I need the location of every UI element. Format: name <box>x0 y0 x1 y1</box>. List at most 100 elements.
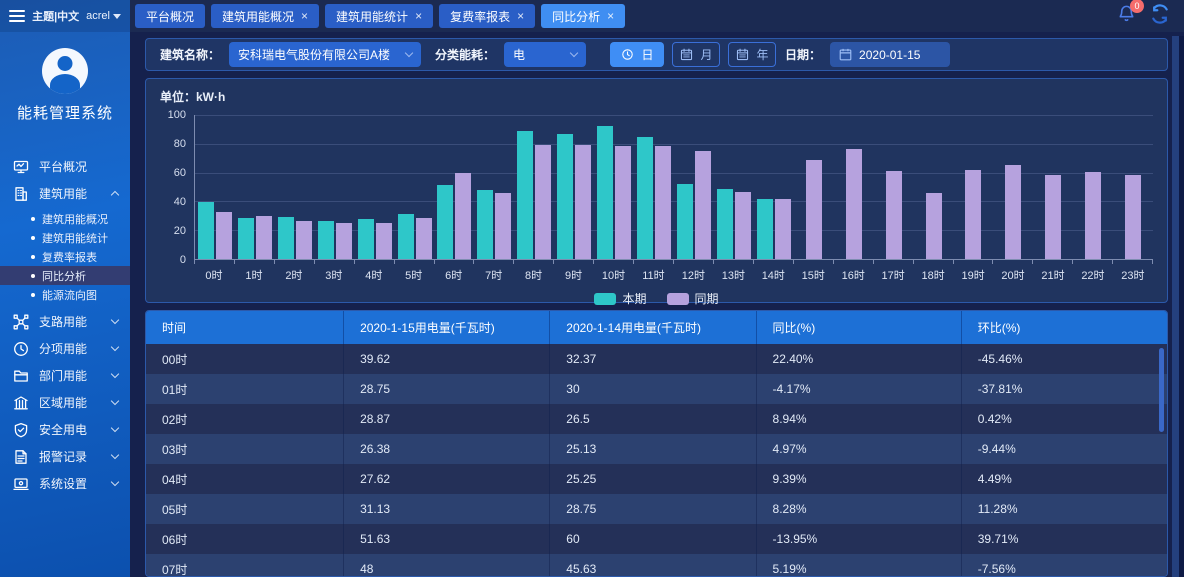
tab-1[interactable]: 建筑用能概况× <box>211 4 319 28</box>
bar-本期-4时[interactable] <box>358 219 374 259</box>
bar-同期-7时[interactable] <box>495 193 511 259</box>
range-button-日[interactable]: 日 <box>610 42 664 67</box>
bar-同期-3时[interactable] <box>336 223 352 259</box>
sidebar-subitem-3-active[interactable]: 同比分析 <box>0 266 130 285</box>
bar-本期-13时[interactable] <box>717 189 733 259</box>
sidebar-subitem-4[interactable]: 能源流向图 <box>0 285 130 304</box>
table-row[interactable]: 02时28.8726.58.94%0.42% <box>146 404 1167 434</box>
calendar-icon <box>736 48 749 61</box>
notifications-bell-icon[interactable]: 0 <box>1117 4 1136 28</box>
table-row[interactable]: 05时31.1328.758.28%11.28% <box>146 494 1167 524</box>
bar-同期-0时[interactable] <box>216 212 232 259</box>
table-cell: 30 <box>550 374 756 404</box>
bar-本期-2时[interactable] <box>278 217 294 259</box>
bar-同期-16时[interactable] <box>846 149 862 259</box>
bar-同期-2时[interactable] <box>296 221 312 259</box>
legend-item-同期[interactable]: 同期 <box>667 290 719 307</box>
chart-unit-label: 单位：kW·h <box>160 88 1153 105</box>
sidebar-item-7[interactable]: 报警记录 <box>0 443 130 470</box>
sidebar-subitem-1[interactable]: 建筑用能统计 <box>0 228 130 247</box>
bar-同期-14时[interactable] <box>775 199 791 259</box>
sidebar-item-8[interactable]: 系统设置 <box>0 470 130 497</box>
sidebar-item-6[interactable]: 安全用电 <box>0 416 130 443</box>
close-icon[interactable]: × <box>301 10 308 22</box>
bar-本期-1时[interactable] <box>238 218 254 259</box>
sidebar-subitem-2[interactable]: 复费率报表 <box>0 247 130 266</box>
bar-本期-14时[interactable] <box>757 199 773 259</box>
bar-同期-1时[interactable] <box>256 216 272 259</box>
range-button-年[interactable]: 年 <box>728 42 776 67</box>
bar-本期-5时[interactable] <box>398 214 414 259</box>
bar-group-19时 <box>954 115 994 259</box>
table-row[interactable]: 01时28.7530-4.17%-37.81% <box>146 374 1167 404</box>
table-cell: 02时 <box>146 404 344 434</box>
sidebar-subitem-0[interactable]: 建筑用能概况 <box>0 209 130 228</box>
tab-4-active[interactable]: 同比分析× <box>541 4 625 28</box>
bar-同期-12时[interactable] <box>695 151 711 259</box>
bar-本期-10时[interactable] <box>597 126 613 259</box>
bar-同期-5时[interactable] <box>416 218 432 259</box>
table-scrollbar[interactable] <box>1159 348 1164 432</box>
sidebar-item-3[interactable]: 分项用能 <box>0 335 130 362</box>
y-tick-label: 80 <box>174 138 186 150</box>
x-tick-label: 23时 <box>1113 264 1153 283</box>
energy-type-select[interactable]: 电 <box>504 42 586 67</box>
hamburger-menu-icon[interactable] <box>9 10 25 22</box>
range-button-月[interactable]: 月 <box>672 42 720 67</box>
table-cell: 28.87 <box>344 404 550 434</box>
bar-同期-17时[interactable] <box>886 171 902 259</box>
date-picker[interactable]: 2020-01-15 <box>830 42 950 67</box>
tab-3[interactable]: 复费率报表× <box>439 4 535 28</box>
bar-本期-6时[interactable] <box>437 185 453 259</box>
bar-同期-9时[interactable] <box>575 145 591 259</box>
sidebar-item-1[interactable]: 建筑用能 <box>0 180 130 207</box>
bar-本期-12时[interactable] <box>677 184 693 259</box>
sidebar-item-2[interactable]: 支路用能 <box>0 308 130 335</box>
bar-本期-9时[interactable] <box>557 134 573 259</box>
legend-item-本期[interactable]: 本期 <box>594 290 646 307</box>
tab-2[interactable]: 建筑用能统计× <box>325 4 433 28</box>
close-icon[interactable]: × <box>517 10 524 22</box>
bar-本期-0时[interactable] <box>198 202 214 259</box>
tab-0[interactable]: 平台概况 <box>135 4 205 28</box>
table-row[interactable]: 06时51.6360-13.95%39.71% <box>146 524 1167 554</box>
bar-同期-10时[interactable] <box>615 146 631 259</box>
calendar-icon <box>839 48 852 61</box>
refresh-icon[interactable] <box>1150 4 1170 29</box>
table-row[interactable]: 03时26.3825.134.97%-9.44% <box>146 434 1167 464</box>
bar-本期-3时[interactable] <box>318 221 334 259</box>
bar-同期-20时[interactable] <box>1005 165 1021 259</box>
close-icon[interactable]: × <box>607 10 614 22</box>
x-tick-label: 18时 <box>913 264 953 283</box>
bar-同期-23时[interactable] <box>1125 175 1141 259</box>
bar-同期-11时[interactable] <box>655 146 671 259</box>
sidebar-item-label: 分项用能 <box>39 340 87 357</box>
page-scrollbar[interactable] <box>1172 36 1179 577</box>
table-row[interactable]: 04时27.6225.259.39%4.49% <box>146 464 1167 494</box>
building-select[interactable]: 安科瑞电气股份有限公司A楼 <box>229 42 421 67</box>
user-menu[interactable]: acrel <box>86 10 121 22</box>
bar-同期-22时[interactable] <box>1085 172 1101 259</box>
bar-同期-19时[interactable] <box>965 170 981 259</box>
folder-icon <box>13 368 29 384</box>
sidebar-item-5[interactable]: 区域用能 <box>0 389 130 416</box>
theme-language-label[interactable]: 主题|中文 <box>32 8 79 24</box>
bar-本期-8时[interactable] <box>517 131 533 259</box>
table-row[interactable]: 07时4845.635.19%-7.56% <box>146 554 1167 577</box>
bar-同期-8时[interactable] <box>535 145 551 259</box>
close-icon[interactable]: × <box>415 10 422 22</box>
bar-同期-18时[interactable] <box>926 193 942 259</box>
bar-同期-15时[interactable] <box>806 160 822 259</box>
x-tick-label: 20时 <box>993 264 1033 283</box>
sidebar-item-4[interactable]: 部门用能 <box>0 362 130 389</box>
bar-同期-6时[interactable] <box>455 173 471 259</box>
table-row[interactable]: 00时39.6232.3722.40%-45.46% <box>146 344 1167 374</box>
chevron-down-icon <box>111 478 119 486</box>
bar-同期-4时[interactable] <box>376 223 392 259</box>
bar-本期-11时[interactable] <box>637 137 653 259</box>
table-cell: 8.94% <box>757 404 962 434</box>
bar-本期-7时[interactable] <box>477 190 493 259</box>
bar-同期-21时[interactable] <box>1045 175 1061 259</box>
bar-同期-13时[interactable] <box>735 192 751 259</box>
sidebar-item-0[interactable]: 平台概况 <box>0 153 130 180</box>
